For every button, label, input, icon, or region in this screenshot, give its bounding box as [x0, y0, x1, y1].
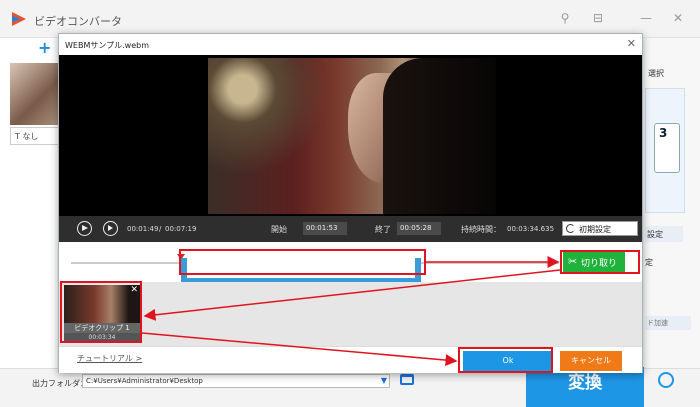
- clip-list: [59, 282, 642, 346]
- minimize-icon[interactable]: —: [636, 8, 656, 28]
- duration-label: 持続時間：: [461, 225, 501, 234]
- format-preview[interactable]: 3: [645, 88, 685, 213]
- output-folder-field[interactable]: C:¥Users¥Administrator¥Desktop ▼: [82, 374, 390, 388]
- total-time: 00:07:19: [165, 225, 197, 233]
- close-icon[interactable]: ✕: [668, 8, 688, 28]
- dialog-titlebar: WEBMサンプル.webm ✕: [59, 34, 642, 54]
- end-time-field[interactable]: 00:05:28: [397, 222, 441, 235]
- annotation-box-cut: [560, 250, 640, 274]
- reset-button[interactable]: 初期設定: [562, 221, 638, 236]
- current-time: 00:01:49: [127, 225, 159, 233]
- output-folder-label: 出力フォルダ：: [32, 379, 88, 388]
- format-icon: 3: [654, 123, 680, 173]
- dialog-title: WEBMサンプル.webm: [65, 41, 149, 50]
- chevron-down-icon[interactable]: ▼: [381, 376, 387, 385]
- alarm-icon[interactable]: [658, 372, 674, 388]
- start-time-field[interactable]: 00:01:53: [303, 222, 347, 235]
- annotation-box-clip: [60, 281, 142, 343]
- video-subject-hair: [383, 58, 496, 214]
- file-thumbnail[interactable]: [10, 63, 58, 125]
- format-select-label[interactable]: 選択: [648, 68, 664, 79]
- app-logo-icon: [12, 12, 26, 26]
- trim-dialog: WEBMサンプル.webm ✕ 00:01:49 / 00:07:19 開始 0…: [58, 33, 643, 373]
- next-frame-icon[interactable]: [103, 221, 118, 236]
- app-title: ビデオコンバータ: [34, 15, 122, 28]
- pin-icon[interactable]: ⚲: [555, 8, 575, 28]
- refresh-icon: [566, 224, 575, 233]
- cart-icon[interactable]: ⊟: [588, 8, 608, 28]
- close-icon[interactable]: ✕: [627, 37, 636, 50]
- annotation-box-selection: [179, 249, 426, 275]
- video-frame: [208, 58, 496, 214]
- subtitle-select[interactable]: T なし: [10, 127, 60, 145]
- cancel-button[interactable]: キャンセル: [560, 351, 622, 371]
- hw-accel-toggle[interactable]: ド加速: [645, 316, 691, 330]
- add-files-button[interactable]: +: [38, 38, 51, 57]
- player-controls: 00:01:49 / 00:07:19 開始 00:01:53 終了 00:05…: [59, 216, 642, 242]
- start-label: 開始: [271, 225, 287, 234]
- duration-value: 00:03:34.635: [507, 225, 555, 233]
- convert-button[interactable]: 変換: [526, 367, 644, 407]
- video-preview: [59, 55, 642, 216]
- settings-button[interactable]: 設定: [645, 226, 683, 242]
- end-label: 終了: [375, 225, 391, 234]
- annotation-box-ok: [458, 347, 553, 373]
- dialog-footer: [59, 346, 642, 373]
- play-icon[interactable]: [77, 221, 92, 236]
- tutorial-link[interactable]: チュートリアル >: [77, 353, 142, 364]
- folder-icon[interactable]: [400, 374, 414, 385]
- time-separator: /: [159, 225, 162, 233]
- setting-label: 定: [645, 258, 653, 267]
